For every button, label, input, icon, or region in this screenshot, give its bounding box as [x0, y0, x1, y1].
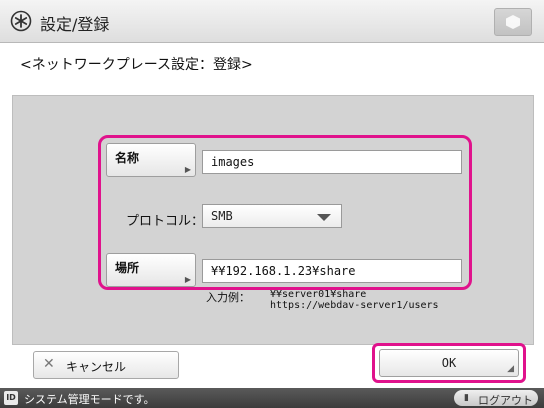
cube-icon	[506, 15, 520, 29]
close-icon: ✕	[43, 356, 55, 372]
logout-icon: ▮	[464, 393, 469, 403]
cancel-button[interactable]: ✕ キャンセル	[33, 351, 179, 379]
form-highlight-frame	[98, 135, 472, 290]
logout-button-label: ログアウト	[478, 394, 533, 407]
enter-corner-icon: ◢	[507, 364, 514, 374]
id-badge: ID	[4, 391, 18, 405]
ok-button-label: OK	[441, 356, 457, 370]
example-label: 入力例：	[206, 291, 250, 304]
example-line: ¥¥server01¥share	[270, 289, 367, 300]
cancel-button-label: キャンセル	[66, 360, 127, 374]
ok-button[interactable]: OK ◢	[379, 349, 519, 377]
example-line: https://webdav-server1/users	[270, 300, 439, 311]
status-message: システム管理モードです。	[24, 393, 155, 406]
status-bar: ID システム管理モードです。 ▮ ログアウト	[0, 388, 544, 408]
corner-menu-button[interactable]	[494, 8, 532, 36]
logout-button[interactable]: ▮ ログアウト	[454, 390, 538, 407]
page-title: 設定/登録	[40, 15, 110, 34]
screen-subtitle: <ネットワークプレース設定：登録>	[20, 57, 253, 73]
title-bar: 設定/登録	[0, 0, 544, 43]
example-text: ¥¥server01¥share https://webdav-server1/…	[270, 289, 439, 311]
settings-asterisk-icon	[10, 10, 32, 32]
